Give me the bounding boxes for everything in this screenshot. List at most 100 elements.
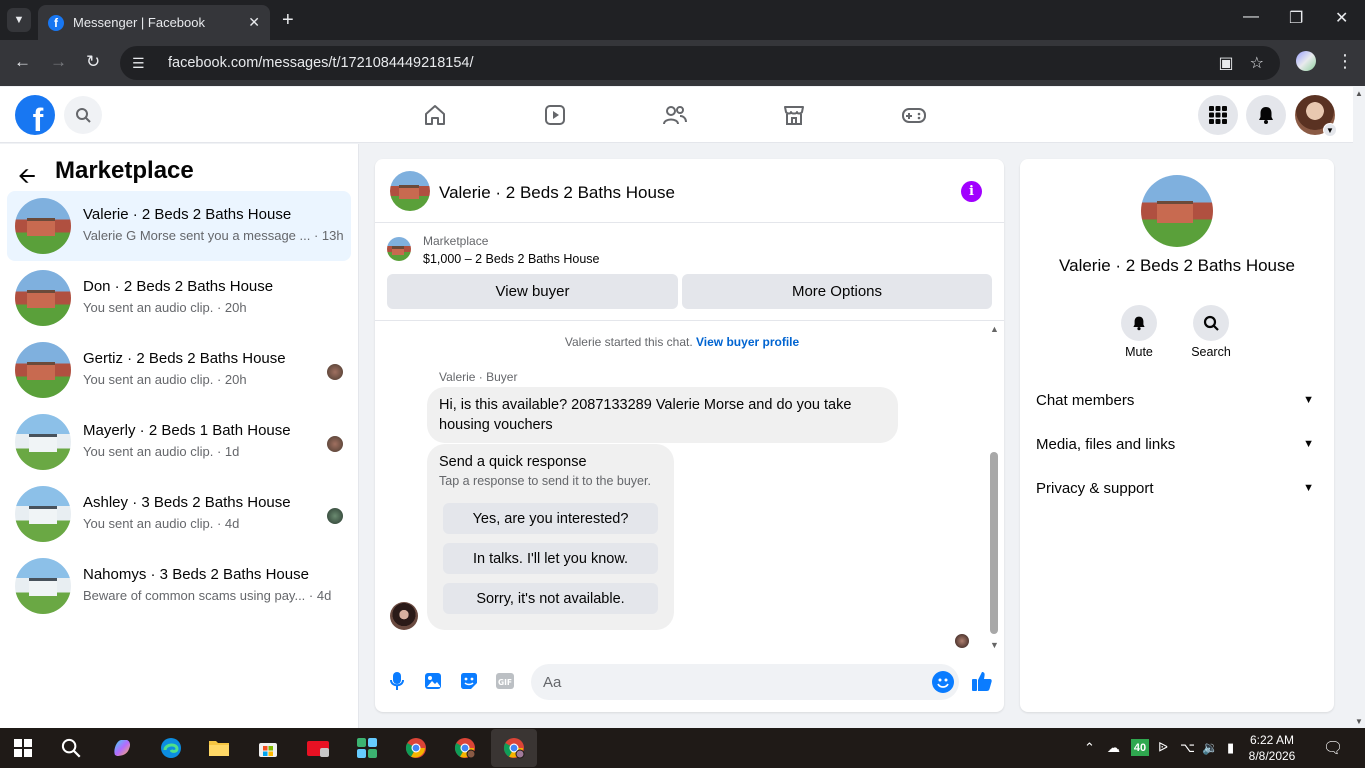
home-icon[interactable] [421,101,449,129]
section-label: Media, files and links [1036,436,1176,453]
scroll-up-arrow-icon[interactable]: ▲ [1355,89,1363,98]
widgets-app-icon[interactable] [355,736,379,760]
windows-taskbar: ⌃ ☁ 40 ᐉ ⌥ 🔉 ▮ 6:22 AM 8/8/2026 🗨 [0,728,1365,768]
photo-icon[interactable] [423,671,443,691]
close-window-icon[interactable]: ✕ [1335,8,1348,28]
tab-search-icon[interactable]: ▼ [7,8,31,32]
new-tab-icon[interactable]: + [282,8,294,32]
chat-thumbnail[interactable] [390,171,430,211]
conversation-item[interactable]: Mayerly · 2 Beds 1 Bath House You sent a… [7,407,351,477]
close-tab-icon[interactable]: ✕ [248,14,260,31]
message-input[interactable] [543,664,913,700]
show-hidden-icons-chevron-icon[interactable]: ⌃ [1084,740,1095,756]
browser-tab[interactable]: f Messenger | Facebook ✕ [38,5,270,40]
listing-profile-image[interactable] [1141,175,1213,247]
gaming-icon[interactable] [900,101,928,129]
mute-label: Mute [1125,345,1153,359]
seen-avatar [327,508,343,524]
conversation-item[interactable]: Valerie · 2 Beds 2 Baths House Valerie G… [7,191,351,261]
chrome-icon[interactable] [404,736,428,760]
buyer-avatar[interactable] [390,602,418,630]
conversation-item[interactable]: Don · 2 Beds 2 Baths House You sent an a… [7,263,351,333]
bookmark-star-icon[interactable]: ☆ [1250,53,1264,73]
video-icon[interactable] [541,101,569,129]
listing-thumbnail [15,486,71,542]
notifications-bell-icon[interactable] [1246,95,1286,135]
conversation-item[interactable]: Ashley · 3 Beds 2 Baths House You sent a… [7,479,351,549]
conversation-item[interactable]: Nahomys · 3 Beds 2 Baths House Beware of… [7,551,351,621]
microsoft-store-icon[interactable] [256,736,280,760]
facebook-search-icon[interactable] [64,96,102,134]
search-icon[interactable] [59,736,83,760]
chat-members-section[interactable]: Chat members ▼ [1036,392,1320,420]
browser-menu-icon[interactable]: ⋮ [1336,51,1354,72]
scrollbar-thumb[interactable] [990,452,998,634]
edge-browser-icon[interactable] [159,736,183,760]
listing-thumbnail [15,414,71,470]
site-info-icon[interactable]: ☰ [132,55,158,72]
conversation-snippet: Beware of common scams using pay... · 4d [83,588,332,603]
privacy-support-section[interactable]: Privacy & support ▼ [1036,480,1320,508]
scroll-down-arrow-icon[interactable]: ▼ [990,640,999,650]
clock-time: 6:22 AM [1249,733,1295,747]
forward-icon[interactable]: → [50,52,67,72]
copilot-icon[interactable] [110,736,134,760]
windows-start-icon[interactable] [11,736,35,760]
microphone-icon[interactable] [387,671,407,691]
scroll-down-arrow-icon[interactable]: ▼ [1355,717,1363,726]
chat-scrollbar[interactable]: ▲ ▼ [988,324,1000,650]
conversation-name: Gertiz · 2 Beds 2 Baths House [83,350,286,367]
view-buyer-button[interactable]: View buyer [387,274,678,309]
listing-thumbnail [387,237,411,261]
search-conversation-icon[interactable] [1193,305,1229,341]
view-buyer-profile-link[interactable]: View buyer profile [696,335,799,349]
url-text[interactable]: facebook.com/messages/t/1721084449218154… [168,55,1219,71]
notification-center-icon[interactable]: 🗨 [1323,738,1343,758]
svg-text:GIF: GIF [498,678,512,687]
menu-grid-icon[interactable] [1198,95,1238,135]
mute-bell-icon[interactable] [1121,305,1157,341]
friends-icon[interactable] [661,101,689,129]
listing-price[interactable]: $1,000 – 2 Beds 2 Baths House [423,252,600,266]
scroll-up-arrow-icon[interactable]: ▲ [990,324,999,334]
wifi-icon[interactable]: ⌥ [1180,740,1195,756]
weather-cloud-icon[interactable]: ☁ [1107,740,1120,756]
gif-icon[interactable]: GIF [495,671,515,691]
listing-thumbnail [15,558,71,614]
install-app-icon[interactable]: ▣ [1219,53,1234,73]
message-composer[interactable] [531,664,959,700]
marketplace-icon[interactable] [780,101,808,129]
battery-icon[interactable]: ▮ [1227,740,1234,756]
file-explorer-icon[interactable] [207,736,231,760]
bluetooth-icon[interactable]: ᐉ [1158,740,1168,756]
conversation-snippet: You sent an audio clip. · 1d [83,444,240,459]
thumbs-up-icon[interactable] [971,670,993,692]
chrome-profile-icon[interactable] [453,736,477,760]
facebook-logo-icon[interactable]: f [15,95,55,135]
volume-icon[interactable]: 🔉 [1202,740,1218,756]
back-icon[interactable]: ← [14,52,31,72]
chrome-active-profile-icon[interactable] [502,736,526,760]
chat-title[interactable]: Valerie · 2 Beds 2 Baths House [439,183,675,203]
address-bar[interactable]: ☰ facebook.com/messages/t/17210844492181… [120,46,1280,80]
account-avatar[interactable]: ▼ [1295,95,1337,137]
app-badge[interactable]: 40 [1131,739,1149,756]
restore-icon[interactable]: ❐ [1289,8,1303,28]
media-files-links-section[interactable]: Media, files and links ▼ [1036,436,1320,464]
page-scrollbar[interactable]: ▲ ▼ [1353,87,1365,728]
video-editor-app-icon[interactable] [306,736,330,760]
conversation-item[interactable]: Gertiz · 2 Beds 2 Baths House You sent a… [7,335,351,405]
chevron-down-icon: ▼ [1323,123,1337,137]
reload-icon[interactable]: ↻ [86,52,100,72]
system-clock[interactable]: 6:22 AM 8/8/2026 [1246,732,1298,764]
quick-response-option[interactable]: Yes, are you interested? [443,503,658,534]
quick-response-option[interactable]: In talks. I'll let you know. [443,543,658,574]
emoji-icon[interactable] [932,671,954,693]
more-options-button[interactable]: More Options [682,274,992,309]
clock-date: 8/8/2026 [1248,749,1296,763]
sticker-icon[interactable] [459,671,479,691]
browser-profile-avatar[interactable] [1296,51,1316,71]
minimize-icon[interactable]: — [1243,8,1259,26]
quick-response-option[interactable]: Sorry, it's not available. [443,583,658,614]
info-icon[interactable]: i [961,181,982,202]
